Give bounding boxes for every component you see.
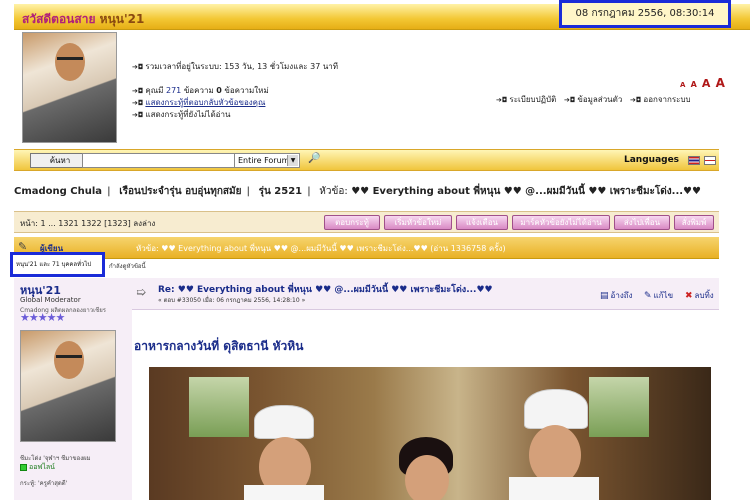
messages-suffix: ข้อความใหม่ bbox=[224, 86, 269, 95]
arrow-icon: ➔◘ bbox=[132, 63, 144, 71]
edit-icon: ✎ bbox=[644, 291, 652, 301]
search-bar: ค้นหา Entire Forum ▼ 🔎 Languages bbox=[14, 149, 719, 171]
arrow-icon: ➔◘ bbox=[496, 96, 508, 104]
viewers-text: หนุน'21 และ 71 บุคคลทั่วไป bbox=[16, 261, 92, 268]
arrow-icon: ➔◘ bbox=[629, 96, 642, 104]
search-scope-select[interactable]: Entire Forum ▼ bbox=[234, 153, 300, 168]
show-unread-link[interactable]: แสดงกระทู้ที่ยังไม่ได้อ่าน bbox=[145, 110, 230, 119]
post-meta: « ตอบ #33050 เมื่อ: 06 กรกฎาคม 2556, 14:… bbox=[158, 297, 306, 304]
notify-button[interactable]: แจ้งเตือน bbox=[456, 215, 508, 230]
user-menu: ➔◘ ระเบียบปฏิบัติ ➔◘ ข้อมูลส่วนตัว ➔◘ ออกจา… bbox=[496, 93, 691, 106]
mark-unread-button[interactable]: มาร์คหัวข้อยังไม่ได้อ่าน bbox=[512, 215, 610, 230]
rank-stars: ★★★★★ bbox=[20, 311, 65, 324]
search-input[interactable] bbox=[82, 153, 240, 168]
online-time-stat: ➔◘ รวมเวลาที่อยู่ในระบบ: 153 วัน, 13 ชั่ว… bbox=[132, 60, 338, 73]
send-to-friend-button[interactable]: ส่งไปเพื่อน bbox=[614, 215, 670, 230]
messages-prefix: คุณมี bbox=[145, 86, 164, 95]
post-header: ➯ Re: ♥♥ Everything about พี่หนุน ♥♥ @..… bbox=[132, 278, 719, 310]
edit-button[interactable]: ✎ แก้ไข bbox=[644, 289, 673, 302]
photo-window bbox=[189, 377, 249, 437]
quote-label: อ้างถึง bbox=[610, 291, 633, 300]
post-title[interactable]: Re: ♥♥ Everything about พี่หนุน ♥♥ @...ผ… bbox=[158, 282, 493, 296]
messages-mid: ข้อความ bbox=[183, 86, 214, 95]
arrow-icon: ➔◘ bbox=[563, 96, 576, 104]
viewers-box: หนุน'21 และ 71 บุคคลทั่วไป กำลังดูหัวข้อ… bbox=[10, 252, 146, 277]
delete-label: ลบทิ้ง bbox=[694, 291, 714, 300]
breadcrumb: Cmadong Chula | เรือนประจำรุ่น อบอุ่นทุกส… bbox=[14, 186, 701, 197]
author-panel: หนุน'21 Global Moderator Cmadong ผลิตผลก… bbox=[14, 278, 132, 500]
thai-flag-icon[interactable] bbox=[688, 156, 700, 165]
logout-link[interactable]: ออกจากระบบ bbox=[643, 95, 690, 104]
breadcrumb-item-class[interactable]: รุ่น 2521 bbox=[259, 186, 303, 197]
photo-chef-hat bbox=[254, 405, 314, 439]
reply-button[interactable]: ตอบกระทู้ bbox=[324, 215, 380, 230]
text-size-xs[interactable]: A bbox=[680, 81, 685, 89]
photo-face bbox=[405, 455, 449, 500]
show-replies-link[interactable]: แสดงกระทู้ที่ตอบกลับหัวข้อของคุณ bbox=[145, 98, 265, 107]
current-datetime: 08 กรกฎาคม 2556, 08:30:14 bbox=[559, 0, 731, 28]
quote-icon: ▤ bbox=[600, 291, 609, 301]
breadcrumb-item-board[interactable]: เรือนประจำรุ่น อบอุ่นทุกสมัย bbox=[119, 186, 241, 197]
messages-count[interactable]: 271 bbox=[166, 86, 181, 95]
print-button[interactable]: สั่งพิมพ์ bbox=[674, 215, 714, 230]
page-links[interactable]: หน้า: 1 ... 1321 1322 [1323] ลงล่าง bbox=[20, 217, 155, 230]
avatar-face bbox=[55, 43, 85, 81]
greeting-text: สวัสดีตอนสาย bbox=[22, 12, 96, 26]
photo-window bbox=[589, 377, 649, 437]
author-status-text: ออฟไลน์ bbox=[29, 463, 55, 471]
arrow-icon: ➔◘ bbox=[132, 87, 144, 95]
breadcrumb-topic[interactable]: ♥♥ Everything about พี่หนุน ♥♥ @...ผมมีว… bbox=[351, 186, 701, 197]
breadcrumb-item-home[interactable]: Cmadong Chula bbox=[14, 186, 102, 197]
thread-header: ✎ ผู้เขียน หัวข้อ: ♥♥ Everything about พ… bbox=[14, 237, 719, 259]
breadcrumb-topic-prefix: หัวข้อ: bbox=[319, 186, 348, 197]
photo-chef-hat bbox=[524, 389, 588, 429]
avatar-glasses bbox=[57, 57, 83, 60]
avatar-face bbox=[54, 341, 84, 379]
post-body-title: อาหารกลางวันที่ ดุสิตธานี หัวหิน bbox=[134, 339, 304, 353]
edit-label: แก้ไข bbox=[653, 291, 674, 300]
status-dot-icon bbox=[20, 463, 27, 471]
arrow-icon: ➔◘ bbox=[132, 111, 144, 119]
text-size-s[interactable]: A bbox=[691, 80, 697, 89]
messages-new-count: 0 bbox=[216, 86, 222, 95]
viewers-rest: กำลังดูหัวข้อนี้ bbox=[109, 263, 146, 270]
photo-coat bbox=[509, 477, 599, 500]
greeting-username: หนุน'21 bbox=[99, 12, 145, 26]
greeting: สวัสดีตอนสาย หนุน'21 bbox=[22, 10, 144, 29]
magnifier-icon[interactable]: 🔎 bbox=[308, 153, 320, 164]
photo-coat bbox=[244, 485, 324, 500]
delete-button[interactable]: ✖ ลบทิ้ง bbox=[685, 289, 714, 302]
pagination-bar: หน้า: 1 ... 1321 1322 [1323] ลงล่าง ตอบก… bbox=[14, 211, 719, 233]
author-status: ออฟไลน์ bbox=[20, 462, 55, 473]
post-photo[interactable] bbox=[149, 367, 711, 500]
search-button[interactable]: ค้นหา bbox=[30, 153, 90, 168]
author-role: Global Moderator bbox=[20, 296, 81, 304]
uk-flag-icon[interactable] bbox=[704, 156, 716, 165]
rules-link[interactable]: ระเบียบปฏิบัติ bbox=[509, 95, 556, 104]
quote-button[interactable]: ▤ อ้างถึง bbox=[600, 289, 632, 302]
online-time-text: รวมเวลาที่อยู่ในระบบ: 153 วัน, 13 ชั่วโม… bbox=[145, 62, 339, 71]
link-unread-row: ➔◘ แสดงกระทู้ที่ยังไม่ได้อ่าน bbox=[132, 108, 230, 121]
forum-page: สวัสดีตอนสาย หนุน'21 08 กรกฎาคม 2556, 08… bbox=[0, 0, 750, 500]
languages-label: Languages bbox=[624, 155, 680, 165]
text-size-l[interactable]: A bbox=[716, 76, 725, 90]
author-meta: กระทู้: 'ครูคำสุดดี' bbox=[20, 480, 68, 487]
search-scope-value: Entire Forum bbox=[238, 156, 290, 165]
author-avatar bbox=[20, 330, 116, 442]
delete-x-icon: ✖ bbox=[685, 291, 693, 301]
avatar-glasses bbox=[56, 355, 82, 358]
profile-link[interactable]: ข้อมูลส่วนตัว bbox=[577, 95, 622, 104]
chevron-down-icon: ▼ bbox=[287, 155, 298, 166]
new-topic-button[interactable]: เริ่มหัวข้อใหม่ bbox=[384, 215, 452, 230]
thread-topic-line: หัวข้อ: ♥♥ Everything about พี่หนุน ♥♥ @… bbox=[136, 244, 506, 253]
photo-face bbox=[529, 425, 581, 485]
text-size-controls: A A A A bbox=[680, 76, 727, 90]
arrow-icon: ➔◘ bbox=[132, 99, 144, 107]
text-size-m[interactable]: A bbox=[702, 77, 711, 90]
post-icon: ➯ bbox=[136, 285, 147, 299]
user-avatar bbox=[22, 32, 117, 143]
